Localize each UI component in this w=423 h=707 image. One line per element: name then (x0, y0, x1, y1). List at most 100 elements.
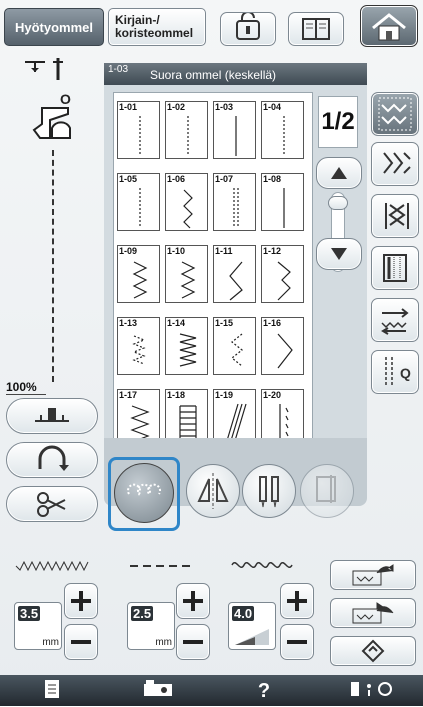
mirror-icon (197, 473, 229, 509)
stitch-pattern-icon (283, 116, 285, 156)
buttonhole-icon (383, 254, 407, 282)
stitch-pattern-icon (187, 116, 189, 156)
tension-level-icon (235, 629, 269, 645)
reset-setting-button[interactable] (330, 636, 416, 666)
stitch-number: 1-13 (119, 318, 138, 328)
stitch-number: 1-19 (215, 390, 234, 400)
stitch-tile-1-12[interactable]: 1-12 (261, 245, 304, 303)
plus-icon (71, 591, 91, 611)
stitch-number: 1-06 (167, 174, 186, 184)
recall-setting-button[interactable] (330, 598, 416, 628)
stitch-tile-1-10[interactable]: 1-10 (165, 245, 208, 303)
category-overcasting-button[interactable] (371, 142, 419, 186)
stitch-tile-1-03[interactable]: 1-03 (213, 101, 256, 159)
width-value: 3.5 (18, 606, 41, 621)
reset-diamond-icon (361, 639, 385, 663)
thread-cutter-button[interactable] (6, 486, 98, 522)
lock-icon (236, 11, 260, 40)
category-utility-button[interactable] (371, 92, 419, 136)
scissors-icon (37, 492, 66, 517)
stitch-tile-1-11[interactable]: 1-11 (213, 245, 256, 303)
tension-increase-button[interactable] (280, 583, 314, 619)
stitch-tile-1-15[interactable]: 1-15 (213, 317, 256, 375)
page-indicator: 1/2 (318, 96, 358, 148)
category-sideways-button[interactable] (371, 298, 419, 342)
stitch-number: 1-04 (263, 102, 282, 112)
category-quilting-button[interactable] (371, 194, 419, 238)
stitch-number: 1-17 (119, 390, 138, 400)
presser-foot-indicator: O (28, 90, 78, 142)
stitch-number: 1-10 (167, 246, 186, 256)
help-button[interactable]: ? (212, 678, 316, 704)
width-increase-button[interactable] (64, 583, 98, 619)
arrow-down-icon (331, 248, 347, 260)
width-decrease-button[interactable] (64, 624, 98, 660)
stitch-q-icon (385, 357, 393, 387)
free-motion-button[interactable] (114, 463, 174, 523)
needle-up-down-button[interactable] (6, 442, 98, 478)
stitch-number: 1-07 (215, 174, 234, 184)
sewing-machine-icon (144, 680, 172, 696)
tab-utility-stitches[interactable]: Hyötyommel (4, 8, 104, 46)
stitch-info-button[interactable] (0, 678, 104, 704)
twin-needle-button[interactable] (242, 464, 296, 518)
scroll-up-button[interactable] (316, 157, 362, 189)
category-buttonhole-button[interactable] (371, 246, 419, 290)
mirror-image-button[interactable] (186, 464, 240, 518)
stitch-tile-1-07[interactable]: 1-07 (213, 173, 256, 231)
tension-decrease-button[interactable] (280, 624, 314, 660)
length-decrease-button[interactable] (176, 624, 210, 660)
lock-button[interactable] (220, 11, 276, 46)
selected-stitch-title: Suora ommel (keskellä) (150, 68, 277, 82)
save-setting-button[interactable] (330, 560, 416, 590)
book-icon (302, 18, 330, 40)
plus-icon (287, 591, 307, 611)
stitch-number: 1-20 (263, 390, 282, 400)
selected-stitch-id: 1-03 (108, 64, 129, 75)
presser-foot-lift-icon (35, 408, 69, 422)
arrow-up-icon (331, 167, 347, 179)
stitch-tile-1-01[interactable]: 1-01 (117, 101, 160, 159)
minus-icon (183, 640, 203, 644)
stitch-tile-1-08[interactable]: 1-08 (261, 173, 304, 231)
stitch-tile-1-14[interactable]: 1-14 (165, 317, 208, 375)
manual-button[interactable] (288, 12, 344, 46)
stitch-pattern-icon (180, 261, 196, 299)
stitch-number: 1-01 (119, 102, 138, 112)
single-needle-button[interactable] (300, 464, 354, 518)
scrollbar-thumb[interactable] (328, 196, 348, 210)
stitch-number: 1-14 (167, 318, 186, 328)
stitch-tile-1-06[interactable]: 1-06 (165, 173, 208, 231)
scroll-down-button[interactable] (316, 238, 362, 270)
memory-recall-icon (352, 602, 394, 624)
stitch-tile-1-13[interactable]: 1-13 (117, 317, 160, 375)
stitch-number: 1-05 (119, 174, 138, 184)
width-unit: mm (42, 637, 59, 648)
stitch-tile-1-05[interactable]: 1-05 (117, 173, 160, 231)
stitch-tile-1-02[interactable]: 1-02 (165, 101, 208, 159)
overcast-stitch-icon (383, 152, 411, 174)
zoom-label: 100% (6, 380, 37, 394)
category-quick-reference-button[interactable]: Q (371, 350, 419, 394)
stitch-tile-1-04[interactable]: 1-04 (261, 101, 304, 159)
memory-save-icon (352, 564, 394, 586)
stitch-length-icon (130, 565, 194, 567)
length-value-box: 2.5 mm (127, 602, 175, 650)
stitch-pattern-icon (277, 261, 291, 301)
q-label: Q (400, 365, 411, 381)
stitch-tile-1-16[interactable]: 1-16 (261, 317, 304, 375)
minus-icon (71, 640, 91, 644)
length-increase-button[interactable] (176, 583, 210, 619)
stitch-tile-1-09[interactable]: 1-09 (117, 245, 160, 303)
settings-button[interactable] (318, 678, 423, 704)
needle-disabled-icon (316, 475, 336, 503)
stitch-number: 1-08 (263, 174, 282, 184)
stitch-pattern-icon (132, 261, 148, 299)
zoom-underline (6, 394, 46, 395)
tab-character-decorative[interactable]: Kirjain-/ koristeommel (108, 8, 206, 46)
home-button[interactable] (360, 5, 418, 47)
camera-button[interactable] (106, 678, 210, 704)
settings-icon (350, 682, 392, 696)
presser-foot-lift-button[interactable] (6, 398, 98, 434)
stitch-number: 1-02 (167, 102, 186, 112)
